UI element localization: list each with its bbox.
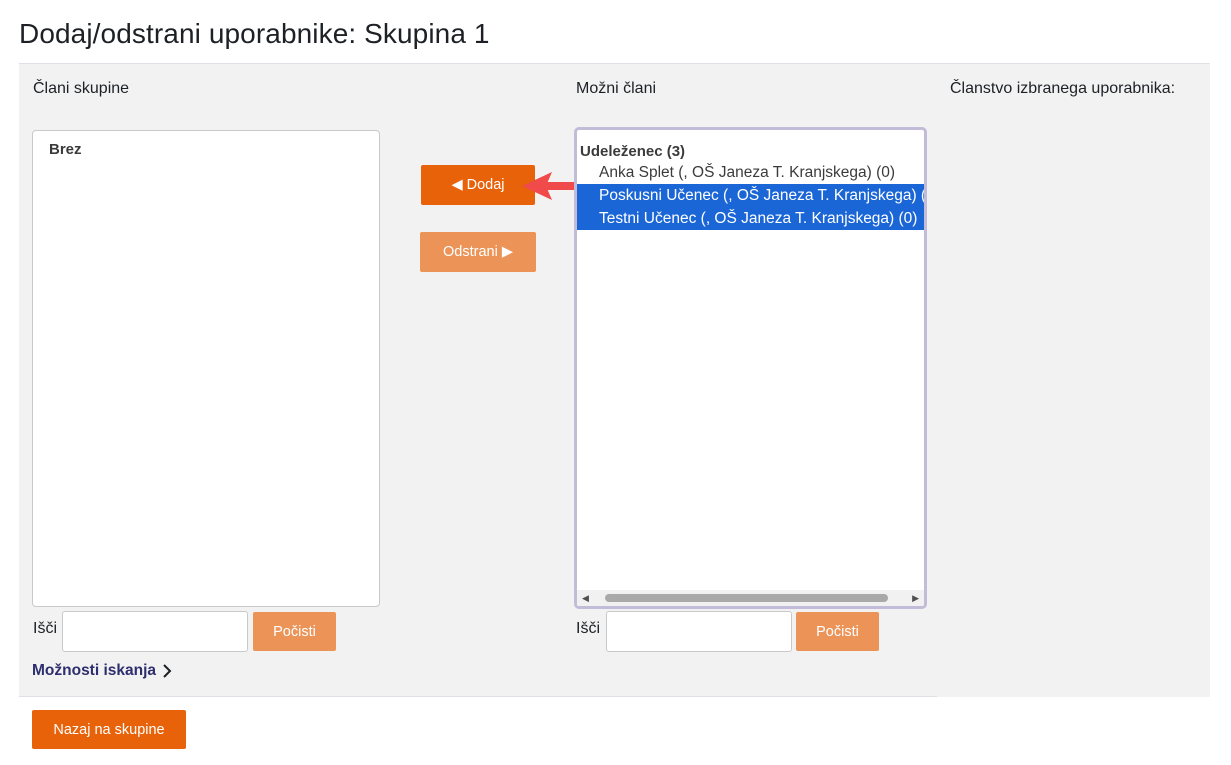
page-title: Dodaj/odstrani uporabnike: Skupina 1: [19, 18, 490, 49]
potential-search-input[interactable]: [606, 611, 792, 652]
chevron-right-icon: [163, 664, 172, 678]
members-clear-button[interactable]: Počisti: [253, 612, 336, 651]
members-label: Člani skupine: [33, 80, 130, 97]
horizontal-scrollbar[interactable]: ◀ ▶: [577, 590, 924, 606]
potential-members-label: Možni člani: [576, 80, 657, 97]
members-search-label: Išči: [33, 620, 57, 637]
potential-clear-button[interactable]: Počisti: [796, 612, 879, 651]
scroll-right-icon[interactable]: ▶: [912, 593, 919, 603]
search-options-link[interactable]: Možnosti iskanja: [32, 662, 172, 680]
remove-button[interactable]: Odstrani ▶: [420, 232, 536, 272]
potential-member-option[interactable]: Testni Učenec (, OŠ Janeza T. Kranjskega…: [577, 207, 924, 230]
membership-label: Članstvo izbranega uporabnika:: [950, 80, 1176, 97]
scrollbar-thumb[interactable]: [605, 594, 888, 602]
potential-members-listbox[interactable]: Udeleženec (3) Anka Splet (, OŠ Janeza T…: [574, 127, 927, 609]
potential-optgroup-label: Udeleženec (3): [580, 143, 686, 160]
scroll-left-icon[interactable]: ◀: [582, 593, 589, 603]
search-options-label: Možnosti iskanja: [32, 662, 157, 679]
potential-member-option[interactable]: Anka Splet (, OŠ Janeza T. Kranjskega) (…: [577, 161, 924, 184]
members-search-input[interactable]: [62, 611, 248, 652]
members-listbox[interactable]: Brez: [32, 130, 380, 607]
back-to-groups-button[interactable]: Nazaj na skupine: [32, 710, 186, 749]
members-optgroup-label: Brez: [49, 141, 82, 158]
potential-search-label: Išči: [576, 620, 600, 637]
potential-member-option[interactable]: Poskusni Učenec (, OŠ Janeza T. Kranjske…: [577, 184, 924, 207]
divider: [19, 696, 937, 697]
